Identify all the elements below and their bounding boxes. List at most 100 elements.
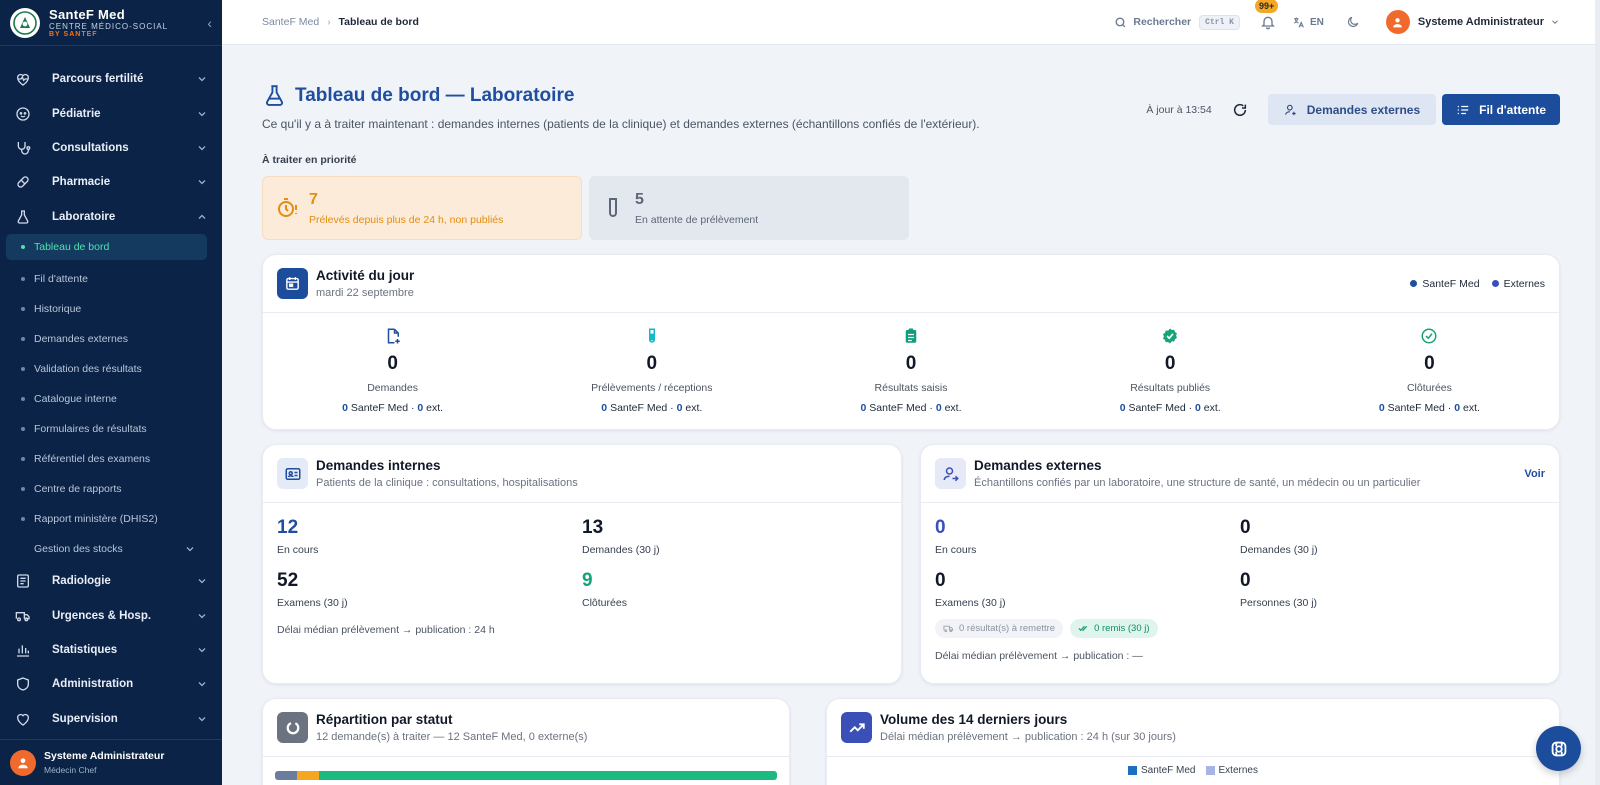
external-requests-label: Demandes externes bbox=[1306, 102, 1421, 117]
sidebar-item-supervision[interactable]: Supervision bbox=[0, 702, 222, 736]
sub-label: Fil d'attente bbox=[34, 272, 88, 285]
ambulance-icon bbox=[14, 607, 32, 625]
sidebar-sub-centre-rapports[interactable]: Centre de rapports bbox=[0, 474, 222, 504]
scrollbar[interactable] bbox=[1595, 0, 1600, 785]
stat-value: 0 bbox=[935, 570, 946, 591]
sidebar-item-label: Laboratoire bbox=[52, 210, 116, 223]
activity-int-suffix: SanteF Med · bbox=[1128, 402, 1193, 414]
page-title: Tableau de bord — Laboratoire bbox=[295, 84, 575, 106]
priority-value: 5 bbox=[635, 190, 644, 208]
activity-label: Prélèvements / réceptions bbox=[591, 382, 713, 394]
user-name: Systeme Administrateur bbox=[1417, 16, 1544, 28]
priority-card-overdue[interactable]: 7 Prélevés depuis plus de 24 h, non publ… bbox=[262, 176, 582, 240]
sidebar-item-label: Radiologie bbox=[52, 575, 111, 588]
activity-cloturees: 0 Clôturées 0 SanteF Med · 0 ext. bbox=[1300, 327, 1559, 414]
internal-delay: Délai médian prélèvement → publication :… bbox=[277, 624, 495, 636]
sub-label: Formulaires de résultats bbox=[34, 422, 147, 435]
notifications-button[interactable]: 99+ bbox=[1254, 0, 1279, 30]
search-button[interactable]: Rechercher Ctrl K bbox=[1114, 14, 1240, 30]
external-requests-button[interactable]: Demandes externes bbox=[1267, 94, 1437, 125]
activity-int-suffix: SanteF Med · bbox=[869, 402, 933, 414]
legend-santef: SanteF Med bbox=[1422, 277, 1480, 290]
volume-card: Volume des 14 derniers jours Délai média… bbox=[826, 698, 1560, 785]
language-switch[interactable]: EN bbox=[1292, 16, 1324, 29]
timer-alert-icon bbox=[275, 196, 299, 220]
avatar bbox=[10, 749, 36, 776]
sidebar-item-pediatrie[interactable]: Pédiatrie bbox=[0, 96, 222, 130]
activity-ext: 0 bbox=[417, 402, 424, 414]
activity-ext: 0 bbox=[935, 402, 942, 414]
chevron-down-icon bbox=[196, 610, 208, 622]
test-tube-icon bbox=[601, 196, 625, 220]
external-stat: 0 Examens (30 j) bbox=[935, 570, 1240, 623]
activity-title: Activité du jour bbox=[316, 268, 415, 283]
priority-value: 7 bbox=[309, 190, 318, 208]
page-subtitle: Ce qu'il y a à traiter maintenant : dema… bbox=[262, 117, 980, 131]
external-view-link[interactable]: Voir bbox=[1524, 468, 1545, 480]
activity-int-suffix: SanteF Med · bbox=[610, 402, 674, 414]
sidebar-sub-rapport-ministere[interactable]: Rapport ministère (DHIS2) bbox=[0, 504, 222, 534]
sidebar-sub-demandes-externes[interactable]: Demandes externes bbox=[0, 324, 222, 354]
activity-value: 0 bbox=[1164, 353, 1176, 374]
sidebar-sub-gestion-stocks[interactable]: Gestion des stocks bbox=[0, 534, 222, 564]
chevron-down-icon bbox=[196, 108, 208, 120]
queue-button[interactable]: Fil d'attente bbox=[1442, 94, 1560, 125]
results-delivered-chip: 0 remis (30 j) bbox=[1070, 619, 1158, 638]
sub-label: Rapport ministère (DHIS2) bbox=[34, 512, 158, 525]
sidebar-item-label: Consultations bbox=[52, 141, 129, 154]
sidebar-sub-formulaires[interactable]: Formulaires de résultats bbox=[0, 414, 222, 444]
sidebar-item-label: Pédiatrie bbox=[52, 107, 101, 120]
sidebar-sub-catalogue[interactable]: Catalogue interne bbox=[0, 384, 222, 414]
activity-value: 0 bbox=[646, 353, 658, 374]
sidebar-item-consultations[interactable]: Consultations bbox=[0, 131, 222, 165]
sidebar-item-administration[interactable]: Administration bbox=[0, 667, 222, 701]
stat-value: 52 bbox=[277, 570, 299, 591]
sidebar-item-urgences[interactable]: Urgences & Hosp. bbox=[0, 598, 222, 632]
sidebar-item-label: Statistiques bbox=[52, 643, 118, 656]
sidebar-item-laboratoire[interactable]: Laboratoire bbox=[0, 200, 222, 234]
support-chat-button[interactable] bbox=[1536, 726, 1581, 771]
sub-label: Validation des résultats bbox=[34, 362, 142, 375]
sidebar-item-label: Administration bbox=[52, 678, 134, 691]
chip-label: 0 remis (30 j) bbox=[1094, 623, 1150, 634]
sidebar-item-pharmacie[interactable]: Pharmacie bbox=[0, 165, 222, 199]
sidebar-sub-validation[interactable]: Validation des résultats bbox=[0, 354, 222, 384]
activity-ext: 0 bbox=[676, 402, 683, 414]
sidebar-item-label: Pharmacie bbox=[52, 176, 111, 189]
sidebar-sub-tableau-de-bord[interactable]: Tableau de bord bbox=[6, 233, 207, 260]
queue-label: Fil d'attente bbox=[1479, 102, 1546, 117]
results-pending-chip: 0 résultat(s) à remettre bbox=[935, 619, 1064, 638]
shield-icon bbox=[14, 675, 32, 693]
search-icon bbox=[1114, 16, 1127, 29]
breadcrumb-current: Tableau de bord bbox=[338, 16, 419, 28]
sidebar-item-label: Parcours fertilité bbox=[52, 73, 144, 86]
breadcrumb-root[interactable]: SanteF Med bbox=[262, 16, 319, 28]
id-card-icon bbox=[277, 458, 308, 489]
brand-name: SanteF Med bbox=[49, 6, 125, 22]
sidebar-user[interactable]: Systeme Administrateur Médecin Chef bbox=[0, 739, 222, 785]
collapse-sidebar-icon[interactable]: ‹ bbox=[207, 15, 212, 31]
activity-demandes: 0 Demandes 0 SanteF Med · 0 ext. bbox=[263, 327, 522, 414]
sidebar-item-radiologie[interactable]: Radiologie bbox=[0, 564, 222, 598]
external-delay: Délai médian prélèvement → publication :… bbox=[935, 650, 1143, 662]
sidebar-sub-referentiel[interactable]: Référentiel des examens bbox=[0, 444, 222, 474]
priority-card-pending[interactable]: 5 En attente de prélèvement bbox=[589, 176, 909, 240]
sidebar-item-statistiques[interactable]: Statistiques bbox=[0, 633, 222, 667]
sub-label: Gestion des stocks bbox=[34, 542, 123, 555]
sidebar-sub-historique[interactable]: Historique bbox=[0, 294, 222, 324]
theme-toggle-button[interactable] bbox=[1346, 15, 1360, 29]
refresh-icon[interactable] bbox=[1232, 102, 1248, 118]
chevron-down-icon bbox=[196, 575, 208, 587]
external-stat: 0 En cours bbox=[935, 517, 1240, 570]
search-label: Rechercher bbox=[1133, 16, 1192, 28]
bar-chart-icon bbox=[14, 641, 32, 659]
file-plus-icon bbox=[263, 327, 522, 349]
user-menu[interactable]: Systeme Administrateur bbox=[1385, 10, 1560, 34]
sidebar-item-fertilite[interactable]: Parcours fertilité bbox=[0, 62, 222, 96]
stat-value: 0 bbox=[1240, 517, 1251, 538]
heart-monitor-icon bbox=[14, 710, 32, 728]
status-card: Répartition par statut 12 demande(s) à t… bbox=[262, 698, 790, 785]
activity-int: 0 bbox=[1119, 402, 1126, 414]
sidebar-sub-fil-attente[interactable]: Fil d'attente bbox=[0, 264, 222, 294]
status-subtitle: 12 demande(s) à traiter — 12 SanteF Med,… bbox=[316, 731, 588, 743]
